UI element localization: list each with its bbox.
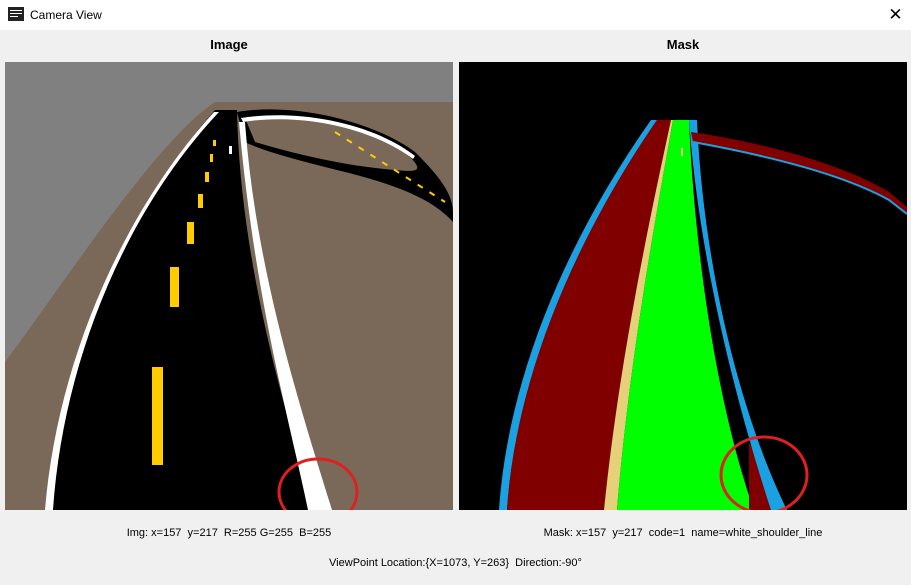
window-title: Camera View xyxy=(30,8,102,22)
camera-image[interactable] xyxy=(5,62,453,510)
mask-pixel-info: Mask: x=157 y=217 code=1 name=white_shou… xyxy=(543,527,823,539)
yellow-dash xyxy=(170,267,179,307)
mask-panel-title: Mask xyxy=(666,37,700,52)
image-panel-title: Image xyxy=(210,37,248,52)
image-pixel-info: Img: x=157 y=217 R=255 G=255 B=255 xyxy=(126,527,332,539)
mask-image[interactable] xyxy=(459,62,907,510)
close-button[interactable]: ✕ xyxy=(880,2,911,28)
mask-yellow-mark xyxy=(681,148,683,156)
yellow-dash xyxy=(187,222,194,244)
yellow-dash xyxy=(213,140,216,146)
viewpoint-info: ViewPoint Location:{X=1073, Y=263} Direc… xyxy=(329,557,582,569)
yellow-dash xyxy=(152,367,163,465)
white-arrow-marker xyxy=(229,146,232,154)
yellow-dash xyxy=(198,194,203,208)
title-bar: Camera View ✕ xyxy=(0,0,911,30)
yellow-dash xyxy=(210,154,213,162)
yellow-dash xyxy=(205,172,209,182)
camera-window-icon xyxy=(8,7,24,21)
